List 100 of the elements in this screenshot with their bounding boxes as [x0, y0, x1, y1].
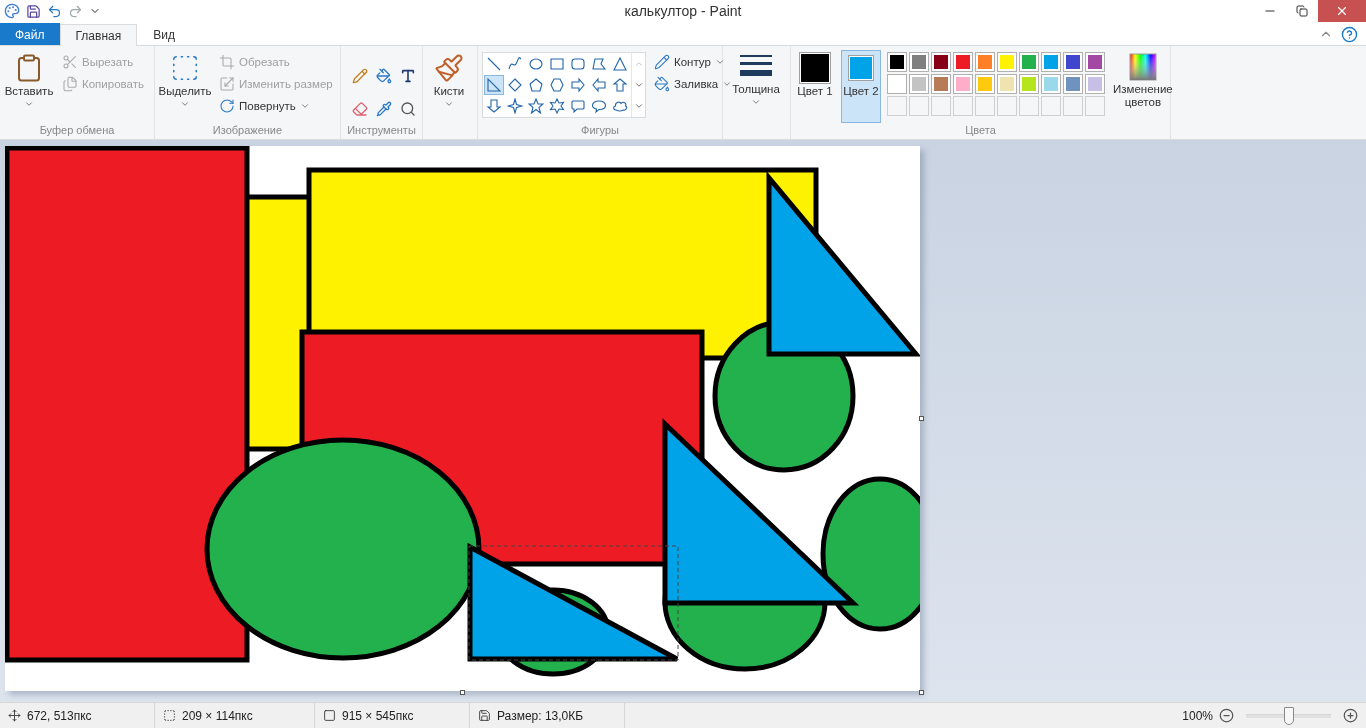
shape-button[interactable] [526, 96, 546, 116]
select-button[interactable]: Выделить [159, 50, 211, 123]
palette-color[interactable] [1019, 52, 1039, 72]
six-point-star-icon [549, 98, 565, 114]
palette-color[interactable] [953, 52, 973, 72]
close-icon [1335, 4, 1349, 18]
rectangle-icon [549, 56, 565, 72]
four-point-star-icon [507, 98, 523, 114]
pentagon-icon [528, 77, 544, 93]
resize-handle[interactable] [460, 690, 465, 695]
selection-icon [170, 53, 200, 83]
group-label: Изображение [211, 123, 284, 138]
palette-color[interactable] [1085, 52, 1105, 72]
palette-color[interactable] [1063, 74, 1083, 94]
pencil-icon [654, 54, 670, 70]
text-icon [400, 67, 416, 84]
resize-handle[interactable] [919, 690, 924, 695]
resize-handle[interactable] [919, 416, 924, 421]
rotate-icon [219, 98, 235, 114]
left-arrow-icon [591, 77, 607, 93]
fill-bucket-icon [654, 76, 670, 92]
palette-color[interactable] [1041, 74, 1061, 94]
palette-color[interactable] [953, 74, 973, 94]
brushes-button[interactable]: Кисти [427, 50, 471, 139]
active-color-button[interactable]: Цвет 2 [841, 50, 881, 123]
group-label: Буфер обмена [38, 123, 116, 138]
caret-icon [714, 57, 725, 67]
group-label: Цвета [964, 123, 997, 138]
palette-color[interactable] [1085, 74, 1105, 94]
crop-icon [219, 54, 235, 70]
brush-icon [434, 53, 464, 83]
caret-icon [751, 97, 761, 107]
curve-icon [507, 56, 523, 72]
move-icon [8, 709, 21, 722]
close-button[interactable] [1318, 0, 1366, 22]
group-label: Фигуры [580, 123, 620, 138]
zoom-out-icon[interactable] [1219, 708, 1234, 723]
restore-icon [1296, 5, 1308, 17]
status-text: 209 × 114пкс [182, 708, 253, 723]
up-arrow-icon [612, 77, 628, 93]
status-text: Размер: 13,0КБ [497, 708, 584, 723]
palette-color[interactable] [975, 52, 995, 72]
scissors-icon [62, 54, 78, 70]
diamond-icon [507, 77, 523, 93]
right-arrow-icon [570, 77, 586, 93]
shape-button[interactable] [547, 96, 567, 116]
search-icon [400, 101, 416, 118]
canvas-size-icon [323, 709, 336, 722]
caret-icon [24, 99, 34, 109]
caret-icon [180, 99, 190, 109]
pipette-icon [376, 101, 392, 118]
app-icon [4, 3, 20, 19]
caret-icon [299, 101, 310, 111]
palette-color[interactable] [1063, 52, 1083, 72]
scroll-down-icon[interactable] [633, 80, 644, 90]
undo-icon[interactable] [47, 3, 62, 19]
zoom-thumb[interactable] [1283, 706, 1294, 725]
right-triangle-icon [486, 77, 502, 93]
save-icon [478, 709, 491, 722]
paint-bucket-icon [376, 67, 392, 84]
status-text: 672, 513пкс [27, 708, 92, 723]
help-icon[interactable] [1341, 25, 1358, 43]
cloud-callout-icon [612, 98, 628, 114]
file-menu-tab[interactable]: Файл [0, 23, 60, 45]
palette-color[interactable] [931, 52, 951, 72]
triangle-icon [612, 56, 628, 72]
oval-callout-icon [591, 98, 607, 114]
redo-icon[interactable] [68, 3, 83, 19]
palette-color[interactable] [1041, 52, 1061, 72]
save-icon[interactable] [26, 3, 41, 19]
copy-icon [62, 76, 78, 92]
palette-color[interactable] [997, 74, 1017, 94]
shape-button[interactable] [484, 75, 504, 95]
five-point-star-icon [528, 98, 544, 114]
zoom-in-icon[interactable] [1343, 708, 1358, 723]
palette-color[interactable] [1019, 74, 1039, 94]
window-title: калькултор - Paint [623, 3, 743, 19]
resize-icon [219, 76, 235, 92]
polygon-icon [591, 56, 607, 72]
palette-color[interactable] [931, 74, 951, 94]
down-arrow-icon [486, 98, 502, 114]
rectangular-callout-icon [570, 98, 586, 114]
palette-color[interactable] [975, 74, 995, 94]
ribbon-tab[interactable]: Главная [59, 24, 138, 46]
zoom-level: 100% [1182, 708, 1213, 723]
paste-button[interactable]: Вставить [4, 50, 54, 123]
pencil-icon [352, 67, 368, 84]
palette-color[interactable] [997, 52, 1017, 72]
selection-icon [163, 709, 176, 722]
palette-color[interactable] [887, 74, 907, 94]
caret-icon [444, 99, 454, 109]
rotate-button[interactable]: Повернуть [217, 96, 335, 116]
palette-color[interactable] [909, 74, 929, 94]
palette-color[interactable] [909, 52, 929, 72]
edit-colors-button[interactable]: Изменение цветов [1111, 50, 1175, 123]
ribbon-tab[interactable]: Вид [137, 23, 191, 45]
palette-color[interactable] [887, 52, 907, 72]
shape-button[interactable] [505, 96, 525, 116]
group-label: Инструменты [346, 123, 417, 138]
active-color-button[interactable]: Цвет 1 [795, 50, 835, 123]
